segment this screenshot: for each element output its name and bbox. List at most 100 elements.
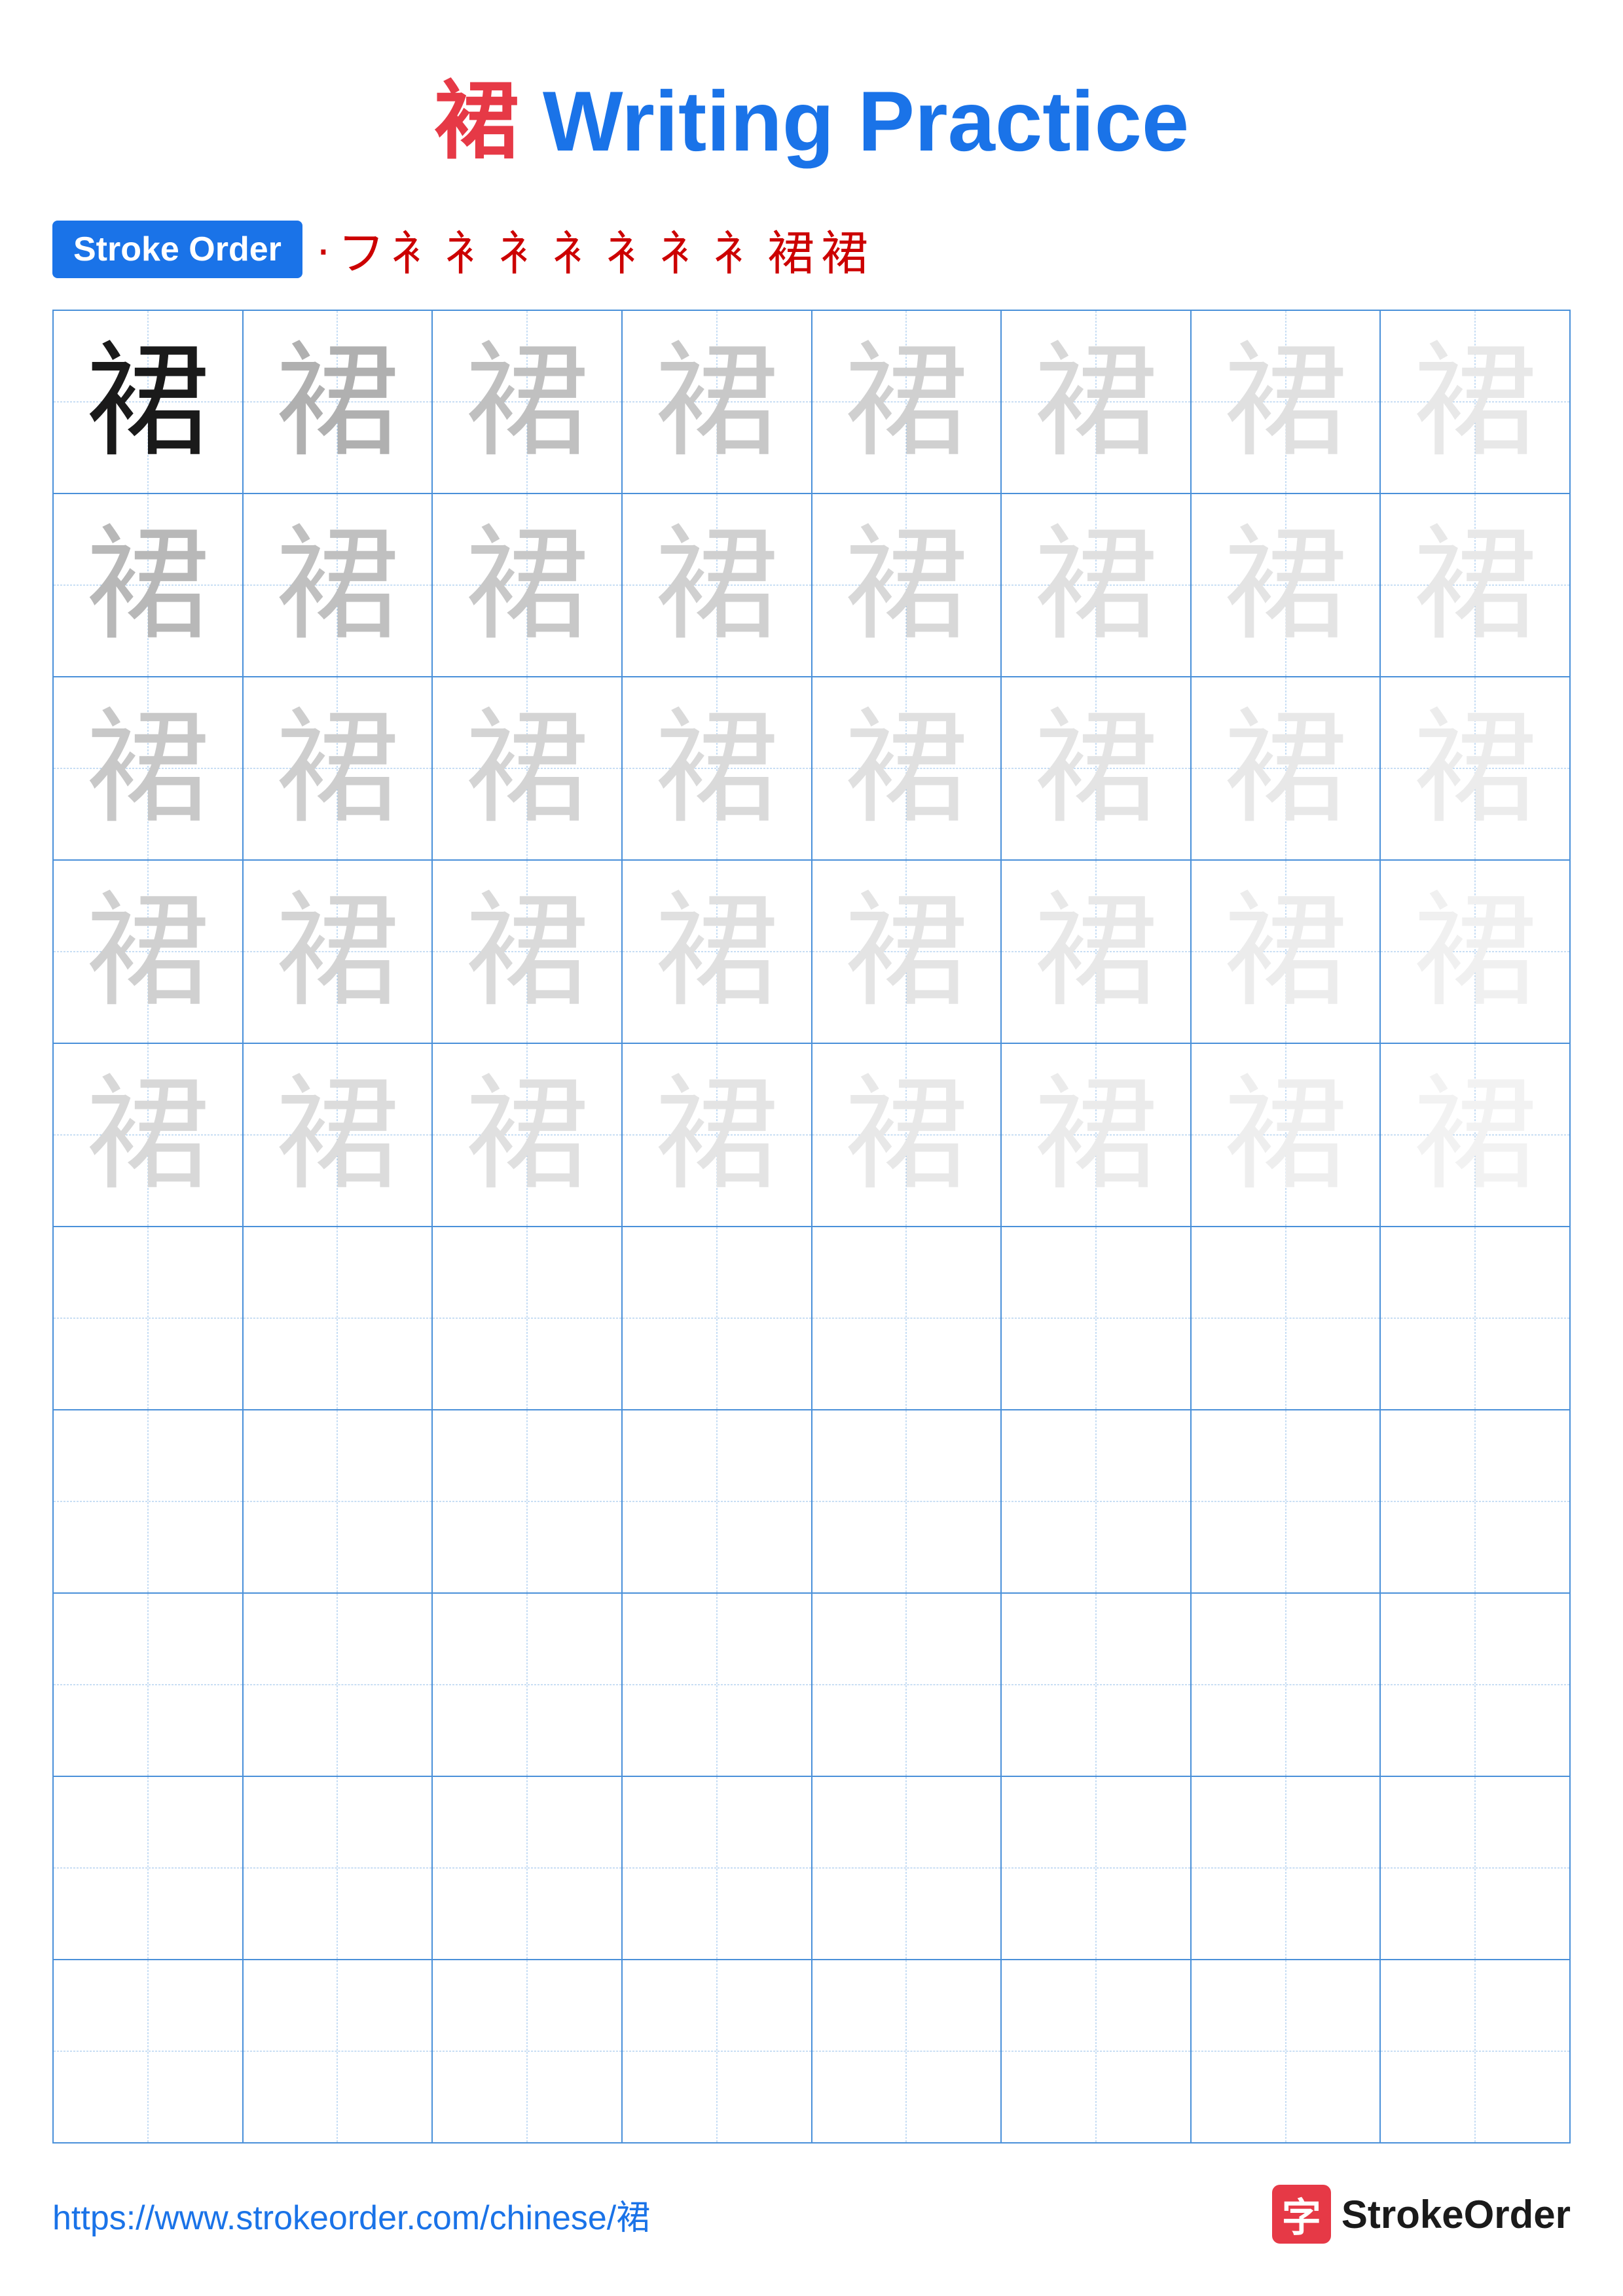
table-cell[interactable]: 裙 (432, 310, 622, 493)
practice-row-7 (53, 1410, 1570, 1593)
table-cell[interactable] (53, 1776, 243, 1960)
table-cell[interactable]: 裙 (622, 310, 812, 493)
table-cell[interactable]: 裙 (1191, 677, 1381, 860)
table-cell[interactable] (622, 1776, 812, 1960)
table-cell[interactable]: 裙 (1380, 493, 1570, 677)
table-cell[interactable]: 裙 (812, 1043, 1002, 1227)
table-cell[interactable]: 裙 (432, 1043, 622, 1227)
table-cell[interactable] (622, 1227, 812, 1410)
table-cell[interactable]: 裙 (53, 310, 243, 493)
table-cell[interactable] (1380, 1410, 1570, 1593)
practice-row-1: 裙 裙 裙 裙 裙 裙 裙 裙 (53, 310, 1570, 493)
page-title: 裙 Writing Practice (0, 0, 1623, 175)
table-cell[interactable] (243, 1227, 433, 1410)
table-cell[interactable]: 裙 (622, 493, 812, 677)
table-cell[interactable] (1191, 1776, 1381, 1960)
stroke-order-badge: Stroke Order (52, 221, 302, 278)
table-cell[interactable]: 裙 (1191, 1043, 1381, 1227)
table-cell[interactable] (622, 1960, 812, 2143)
table-cell[interactable] (622, 1593, 812, 1776)
practice-row-4: 裙 裙 裙 裙 裙 裙 裙 裙 (53, 860, 1570, 1043)
table-cell[interactable] (1001, 1410, 1191, 1593)
table-cell[interactable]: 裙 (1001, 860, 1191, 1043)
table-cell[interactable] (432, 1776, 622, 1960)
table-cell[interactable]: 裙 (432, 860, 622, 1043)
table-cell[interactable]: 裙 (1380, 310, 1570, 493)
table-cell[interactable] (1191, 1410, 1381, 1593)
table-cell[interactable]: 裙 (1001, 493, 1191, 677)
table-cell[interactable] (1380, 1227, 1570, 1410)
table-cell[interactable] (53, 1227, 243, 1410)
table-cell[interactable] (812, 1776, 1002, 1960)
table-cell[interactable] (812, 1593, 1002, 1776)
practice-row-6 (53, 1227, 1570, 1410)
strokeorder-logo-icon: 字 (1272, 2185, 1331, 2244)
practice-grid: 裙 裙 裙 裙 裙 裙 裙 裙 裙 裙 裙 裙 裙 裙 裙 裙 裙 裙 裙 裙 … (52, 310, 1571, 2144)
table-cell[interactable]: 裙 (1001, 677, 1191, 860)
table-cell[interactable] (622, 1410, 812, 1593)
table-cell[interactable] (1191, 1960, 1381, 2143)
table-cell[interactable]: 裙 (243, 493, 433, 677)
table-cell[interactable] (1380, 1593, 1570, 1776)
practice-row-3: 裙 裙 裙 裙 裙 裙 裙 裙 (53, 677, 1570, 860)
table-cell[interactable]: 裙 (53, 493, 243, 677)
table-cell[interactable] (812, 1960, 1002, 2143)
table-cell[interactable] (1380, 1960, 1570, 2143)
footer-url[interactable]: https://www.strokeorder.com/chinese/裙 (52, 2190, 650, 2239)
table-cell[interactable] (1380, 1776, 1570, 1960)
table-cell[interactable] (1001, 1227, 1191, 1410)
table-cell[interactable] (1001, 1960, 1191, 2143)
table-cell[interactable]: 裙 (1191, 493, 1381, 677)
table-cell[interactable]: 裙 (812, 493, 1002, 677)
table-cell[interactable] (812, 1410, 1002, 1593)
table-cell[interactable]: 裙 (812, 860, 1002, 1043)
table-cell[interactable] (1191, 1593, 1381, 1776)
table-cell[interactable] (432, 1410, 622, 1593)
table-cell[interactable] (432, 1960, 622, 2143)
table-cell[interactable] (243, 1593, 433, 1776)
table-cell[interactable]: 裙 (243, 310, 433, 493)
table-cell[interactable] (812, 1227, 1002, 1410)
table-cell[interactable] (53, 1410, 243, 1593)
table-cell[interactable] (432, 1227, 622, 1410)
table-cell[interactable]: 裙 (1191, 310, 1381, 493)
table-cell[interactable] (243, 1776, 433, 1960)
table-cell[interactable] (243, 1410, 433, 1593)
table-cell[interactable]: 裙 (1380, 1043, 1570, 1227)
footer-logo: 字 StrokeOrder (1272, 2185, 1571, 2244)
footer: https://www.strokeorder.com/chinese/裙 字 … (0, 2185, 1623, 2244)
practice-row-2: 裙 裙 裙 裙 裙 裙 裙 裙 (53, 493, 1570, 677)
table-cell[interactable]: 裙 (1380, 860, 1570, 1043)
table-cell[interactable] (432, 1593, 622, 1776)
table-cell[interactable]: 裙 (1001, 310, 1191, 493)
practice-row-5: 裙 裙 裙 裙 裙 裙 裙 裙 (53, 1043, 1570, 1227)
table-cell[interactable] (1191, 1227, 1381, 1410)
table-cell[interactable]: 裙 (1191, 860, 1381, 1043)
practice-row-8 (53, 1593, 1570, 1776)
table-cell[interactable]: 裙 (53, 677, 243, 860)
table-cell[interactable] (53, 1960, 243, 2143)
table-cell[interactable]: 裙 (53, 1043, 243, 1227)
title-text: Writing Practice (519, 73, 1189, 169)
stroke-order-sequence: · フ 衤 衤 衤 衤 衤 衤 衤 裙 裙 (316, 215, 868, 283)
table-cell[interactable] (1001, 1593, 1191, 1776)
table-cell[interactable]: 裙 (1380, 677, 1570, 860)
table-cell[interactable]: 裙 (53, 860, 243, 1043)
table-cell[interactable]: 裙 (243, 677, 433, 860)
table-cell[interactable]: 裙 (432, 493, 622, 677)
table-cell[interactable]: 裙 (622, 677, 812, 860)
stroke-order-row: Stroke Order · フ 衤 衤 衤 衤 衤 衤 衤 裙 裙 (0, 215, 1623, 283)
table-cell[interactable] (53, 1593, 243, 1776)
table-cell[interactable] (243, 1960, 433, 2143)
table-cell[interactable] (1001, 1776, 1191, 1960)
table-cell[interactable]: 裙 (622, 860, 812, 1043)
practice-row-10 (53, 1960, 1570, 2143)
table-cell[interactable]: 裙 (812, 677, 1002, 860)
table-cell[interactable]: 裙 (432, 677, 622, 860)
practice-grid-container: 裙 裙 裙 裙 裙 裙 裙 裙 裙 裙 裙 裙 裙 裙 裙 裙 裙 裙 裙 裙 … (0, 310, 1623, 2144)
table-cell[interactable]: 裙 (812, 310, 1002, 493)
table-cell[interactable]: 裙 (1001, 1043, 1191, 1227)
table-cell[interactable]: 裙 (622, 1043, 812, 1227)
table-cell[interactable]: 裙 (243, 1043, 433, 1227)
table-cell[interactable]: 裙 (243, 860, 433, 1043)
